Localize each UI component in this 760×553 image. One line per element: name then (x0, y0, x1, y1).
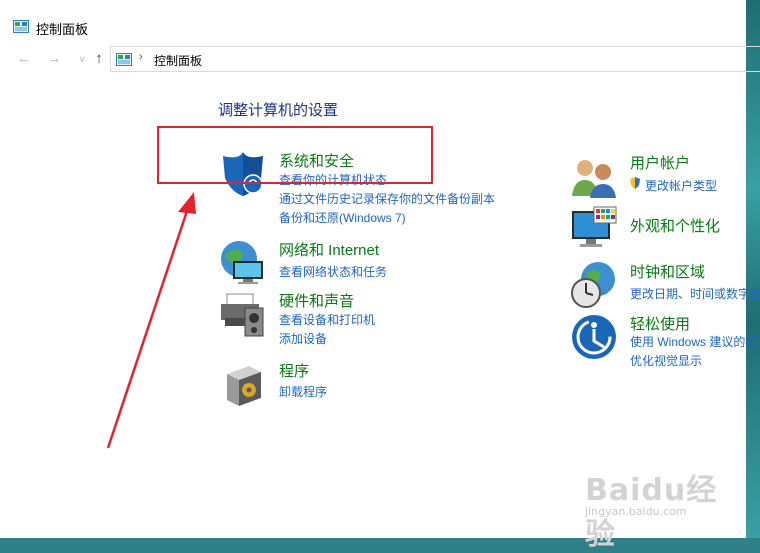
desktop-background (746, 0, 760, 538)
control-panel-window: 控制面板 ← → ∨ ↑ › 控制面板 调整计算机的设置 系统和安全 查看你的计… (0, 0, 760, 552)
baidu-watermark: Baidu经验 jingyan.baidu.com (585, 455, 745, 552)
watermark-url: jingyan.baidu.com (585, 505, 687, 518)
